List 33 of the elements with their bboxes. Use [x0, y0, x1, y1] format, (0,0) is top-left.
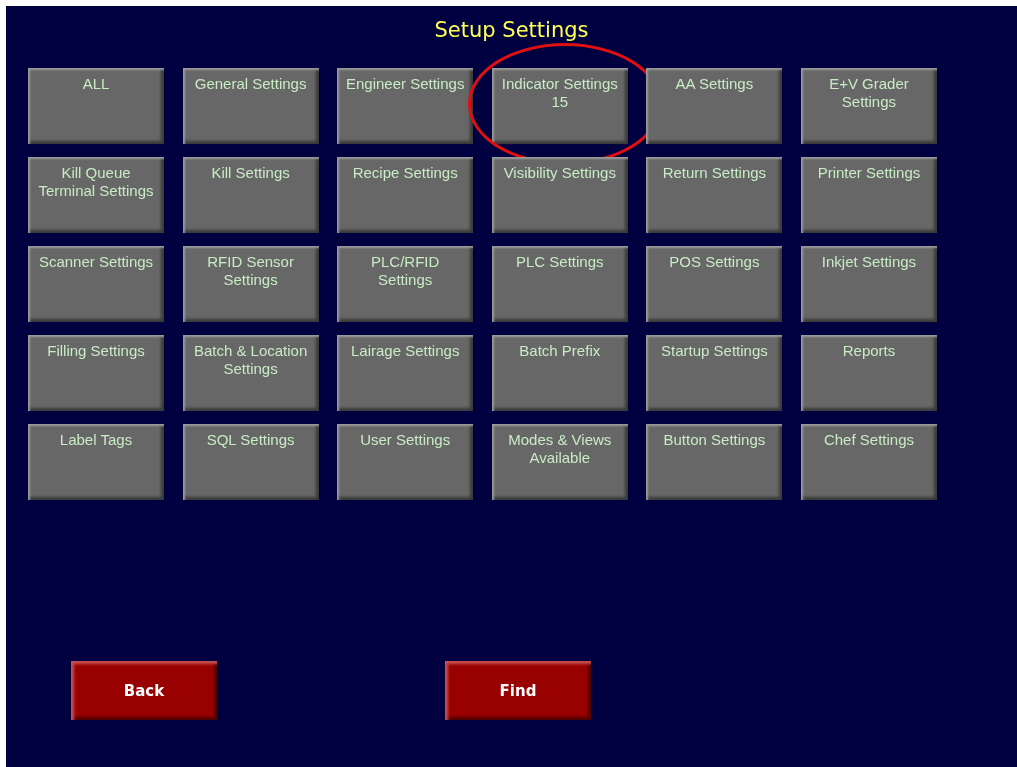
- settings-button[interactable]: Filling Settings: [28, 335, 164, 411]
- settings-button[interactable]: Kill Queue Terminal Settings: [28, 157, 164, 233]
- settings-button[interactable]: Batch & Location Settings: [182, 335, 319, 411]
- settings-button[interactable]: Kill Settings: [182, 157, 319, 233]
- settings-button[interactable]: POS Settings: [646, 246, 783, 322]
- settings-button[interactable]: RFID Sensor Settings: [182, 246, 319, 322]
- settings-button[interactable]: General Settings: [182, 68, 319, 144]
- settings-button[interactable]: Lairage Settings: [337, 335, 474, 411]
- settings-button[interactable]: Button Settings: [646, 424, 783, 500]
- back-button[interactable]: Back: [71, 661, 217, 720]
- settings-button[interactable]: Engineer Settings: [337, 68, 474, 144]
- settings-button[interactable]: Modes & Views Available: [491, 424, 628, 500]
- settings-button[interactable]: Label Tags: [28, 424, 164, 500]
- settings-button[interactable]: Return Settings: [646, 157, 783, 233]
- settings-button[interactable]: AA Settings: [646, 68, 783, 144]
- settings-button[interactable]: E+V Grader Settings: [800, 68, 937, 144]
- settings-button[interactable]: Inkjet Settings: [800, 246, 937, 322]
- settings-button[interactable]: PLC/RFID Settings: [337, 246, 474, 322]
- settings-button[interactable]: Reports: [800, 335, 937, 411]
- settings-button[interactable]: SQL Settings: [182, 424, 319, 500]
- settings-button[interactable]: Visibility Settings: [491, 157, 628, 233]
- settings-button[interactable]: PLC Settings: [491, 246, 628, 322]
- window-title: Setup Settings: [434, 18, 589, 42]
- settings-button[interactable]: Recipe Settings: [337, 157, 474, 233]
- settings-button[interactable]: Startup Settings: [646, 335, 783, 411]
- settings-button[interactable]: User Settings: [337, 424, 474, 500]
- settings-button[interactable]: Indicator Settings 15: [491, 68, 628, 144]
- find-button[interactable]: Find: [445, 661, 591, 720]
- settings-button[interactable]: Chef Settings: [800, 424, 937, 500]
- settings-button[interactable]: Scanner Settings: [28, 246, 164, 322]
- settings-button[interactable]: Batch Prefix: [491, 335, 628, 411]
- settings-button[interactable]: Printer Settings: [800, 157, 937, 233]
- settings-button[interactable]: ALL: [28, 68, 164, 144]
